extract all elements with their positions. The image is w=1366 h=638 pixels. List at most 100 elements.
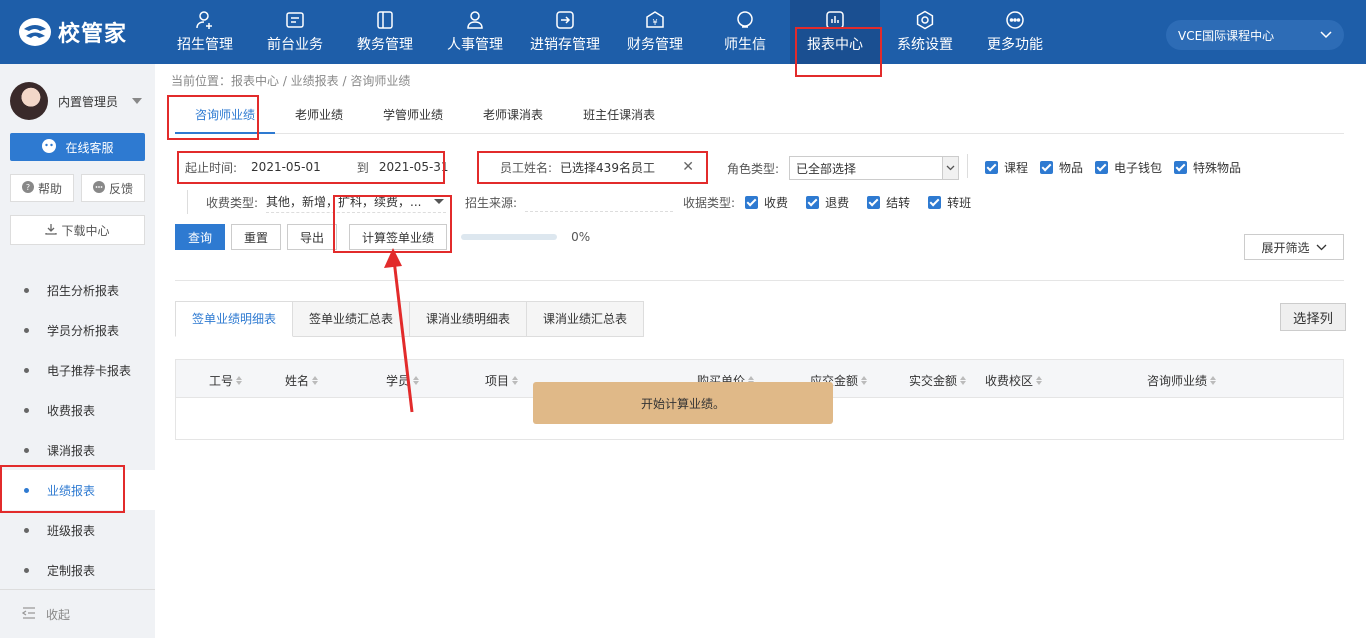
sidebar-item-student-analysis[interactable]: 学员分析报表: [0, 310, 155, 350]
column-header[interactable]: 姓名: [285, 372, 319, 389]
query-button[interactable]: 查询: [175, 224, 226, 250]
nav-item-hr[interactable]: 人事管理: [430, 0, 520, 64]
tab-homeroom-consumption[interactable]: 班主任课消表: [563, 96, 675, 134]
checkbox-carryover[interactable]: 结转: [867, 194, 910, 211]
checkbox-course[interactable]: 课程: [985, 159, 1028, 176]
user-menu[interactable]: 内置管理员: [10, 82, 143, 120]
receipt-type-filter: 收据类型: 收费 退费 结转 转班: [683, 194, 979, 211]
column-header[interactable]: 学员: [386, 372, 420, 389]
date-from-input[interactable]: 2021-05-01: [251, 160, 321, 174]
campus-selector[interactable]: VCE国际课程中心: [1166, 20, 1344, 50]
column-label: 咨询师业绩: [1147, 374, 1208, 388]
checkbox-goods[interactable]: 物品: [1040, 159, 1083, 176]
tab-teacher-performance[interactable]: 老师业绩: [275, 96, 363, 134]
tab-sign-detail[interactable]: 签单业绩明细表: [175, 301, 294, 337]
sidebar-item-consumption-report[interactable]: 课消报表: [0, 430, 155, 470]
column-header[interactable]: 工号: [209, 372, 243, 389]
date-to-input[interactable]: 2021-05-31: [379, 160, 449, 174]
export-button[interactable]: 导出: [287, 224, 338, 250]
sidebar-item-referral-card[interactable]: 电子推荐卡报表: [0, 350, 155, 390]
tab-academic-advisor-performance[interactable]: 学管师业绩: [363, 96, 463, 134]
bullet-icon: [24, 567, 29, 573]
nav-item-more[interactable]: 更多功能: [970, 0, 1060, 64]
role-select[interactable]: 已全部选择: [789, 156, 960, 180]
expand-filters-button[interactable]: 展开筛选: [1244, 234, 1344, 260]
sidebar-item-enrollment-analysis[interactable]: 招生分析报表: [0, 270, 155, 310]
bullet-icon: [24, 447, 29, 453]
progress-bar: [461, 234, 558, 240]
sidebar-item-custom-report[interactable]: 定制报表: [0, 550, 155, 590]
help-feedback-group: ? 帮助 反馈: [10, 174, 145, 202]
nav-item-messages[interactable]: 师生信: [700, 0, 790, 64]
report-menu: 招生分析报表 学员分析报表 电子推荐卡报表 收费报表 课消报表 业绩报表 班级报…: [0, 270, 155, 590]
calc-performance-button[interactable]: 计算签单业绩: [349, 224, 448, 250]
nav-label: 教务管理: [357, 37, 413, 53]
toast-message: 开始计算业绩。: [533, 382, 833, 424]
sort-icon: [312, 376, 319, 385]
menu-label: 业绩报表: [47, 483, 96, 498]
checkbox-label: 特殊物品: [1193, 161, 1242, 175]
tab-sign-summary[interactable]: 签单业绩汇总表: [293, 301, 411, 337]
tab-consumption-summary[interactable]: 课消业绩汇总表: [527, 301, 645, 337]
checkbox-label: 退费: [825, 196, 850, 210]
nav-item-inventory[interactable]: 进销存管理: [520, 0, 610, 64]
checkbox-checked-icon: [1174, 161, 1188, 174]
checkbox-special-goods[interactable]: 特殊物品: [1174, 159, 1241, 176]
tab-teacher-consumption[interactable]: 老师课消表: [463, 96, 563, 134]
reset-button[interactable]: 重置: [231, 224, 282, 250]
report-icon: [825, 10, 845, 30]
main-nav: 招生管理 前台业务 教务管理 人事管理 进销存管理 ¥ 财务管理 师生信 报表中: [160, 0, 1060, 64]
collapse-sidebar-button[interactable]: 收起: [0, 589, 155, 638]
nav-item-enrollment[interactable]: 招生管理: [160, 0, 250, 64]
column-header[interactable]: 咨询师业绩: [1147, 372, 1217, 389]
sidebar-item-fee-report[interactable]: 收费报表: [0, 390, 155, 430]
tab-consumption-detail[interactable]: 课消业绩明细表: [410, 301, 528, 337]
nav-label: 报表中心: [807, 37, 863, 53]
bullet-icon: [24, 287, 29, 293]
close-icon[interactable]: ✕: [682, 159, 694, 175]
sidebar-item-performance-report[interactable]: 业绩报表: [0, 470, 155, 510]
user-add-icon: [195, 10, 215, 30]
nav-item-reports[interactable]: 报表中心: [790, 0, 880, 64]
nav-item-academic[interactable]: 教务管理: [340, 0, 430, 64]
main-content: 当前位置：报表中心 / 业绩报表 / 咨询师业绩 咨询师业绩 老师业绩 学管师业…: [155, 64, 1366, 638]
column-header[interactable]: 项目: [485, 372, 519, 389]
select-columns-button[interactable]: 选择列: [1280, 303, 1346, 331]
menu-label: 收费报表: [47, 403, 96, 418]
checkbox-checked-icon: [985, 161, 998, 174]
feedback-button[interactable]: 反馈: [81, 174, 145, 202]
tab-consultant-performance[interactable]: 咨询师业绩: [175, 96, 276, 134]
breadcrumb: 当前位置：报表中心 / 业绩报表 / 咨询师业绩: [171, 74, 411, 88]
checkbox-checked-icon: [806, 196, 820, 209]
checkbox-ewallet[interactable]: 电子钱包: [1095, 159, 1162, 176]
sort-icon: [960, 376, 967, 385]
fee-type-select[interactable]: 其他，新增，扩科，续费，...: [266, 191, 447, 213]
checkbox-charge[interactable]: 收费: [745, 194, 788, 211]
employee-filter[interactable]: 员工姓名: 已选择439名员工 ✕: [492, 154, 702, 180]
report-type-tabs: 签单业绩明细表 签单业绩汇总表 课消业绩明细表 课消业绩汇总表: [175, 301, 645, 337]
caret-down-icon: [132, 98, 143, 104]
column-header[interactable]: 实交金额: [909, 372, 967, 389]
sort-icon: [1210, 376, 1217, 385]
date-range-filter: 起止时间: 2021-05-01 到 2021-05-31: [175, 154, 449, 180]
nav-item-front-desk[interactable]: 前台业务: [250, 0, 340, 64]
sidebar-item-class-report[interactable]: 班级报表: [0, 510, 155, 550]
divider: [967, 154, 968, 178]
fee-type-filter: 收费类型: 其他，新增，扩科，续费，...: [206, 190, 447, 214]
help-button[interactable]: ? 帮助: [10, 174, 74, 202]
nav-item-finance[interactable]: ¥ 财务管理: [610, 0, 700, 64]
source-input[interactable]: [525, 190, 673, 212]
feedback-icon: [92, 180, 105, 196]
brand-logo[interactable]: 校管家: [18, 16, 127, 48]
sort-icon: [861, 376, 868, 385]
nav-item-settings[interactable]: 系统设置: [880, 0, 970, 64]
checkbox-class-transfer[interactable]: 转班: [928, 194, 971, 211]
column-header[interactable]: 收费校区: [985, 372, 1043, 389]
online-service-button[interactable]: 在线客服: [10, 133, 145, 161]
bullet-icon: [24, 407, 29, 413]
download-center-button[interactable]: 下载中心: [10, 215, 145, 245]
action-buttons: 查询 重置 导出 计算签单业绩 0%: [175, 224, 590, 250]
column-label: 姓名: [285, 374, 310, 388]
employee-value: 已选择439名员工: [560, 160, 655, 175]
checkbox-refund[interactable]: 退费: [806, 194, 849, 211]
